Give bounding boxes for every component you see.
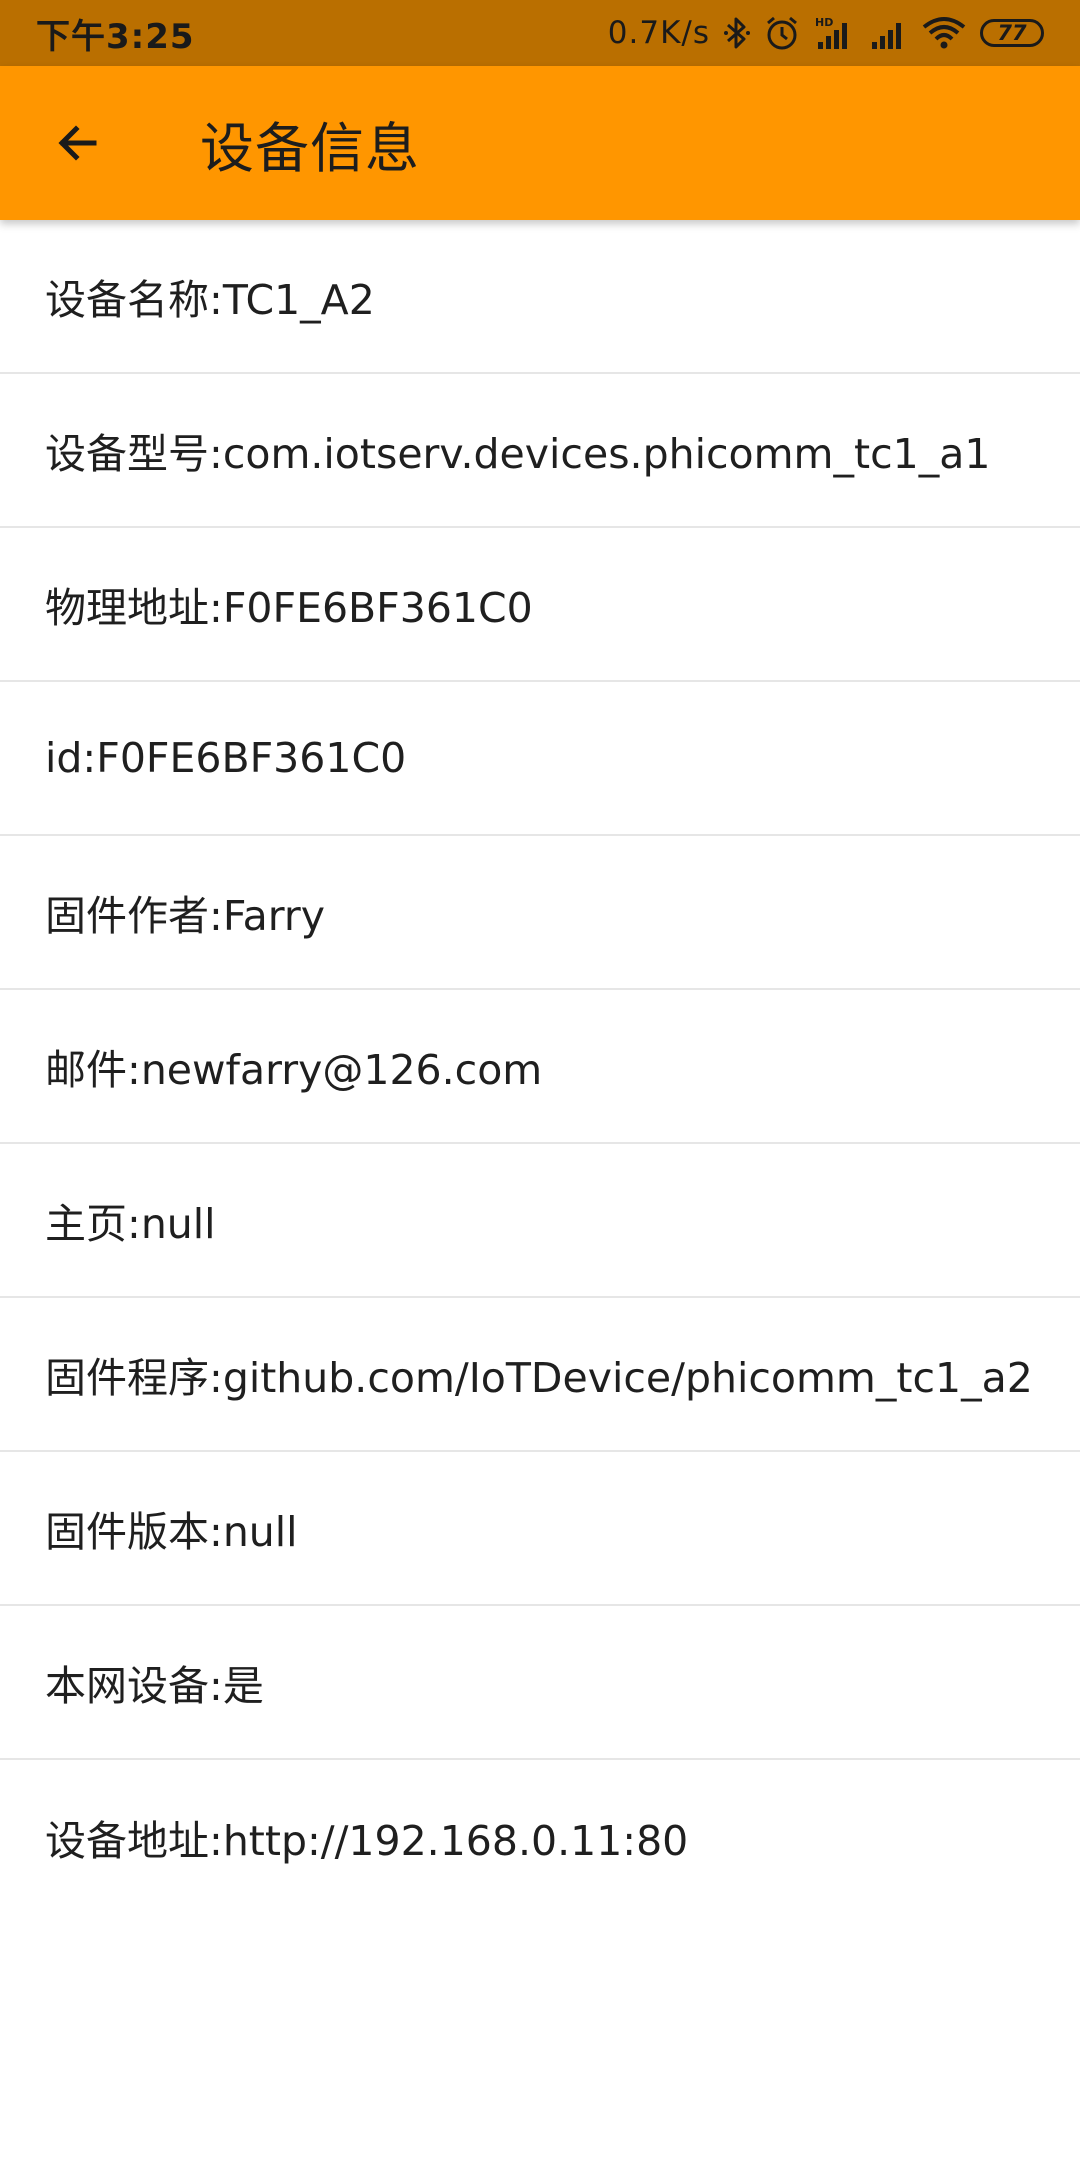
email-item[interactable]: 邮件:newfarry@126.com xyxy=(0,990,1080,1144)
hd-signal-icon: HD xyxy=(814,13,854,53)
device-address-item[interactable]: 设备地址:http://192.168.0.11:80 xyxy=(0,1760,1080,1914)
back-button[interactable] xyxy=(38,103,118,183)
device-name-item[interactable]: 设备名称:TC1_A2 xyxy=(0,220,1080,374)
alarm-icon xyxy=(764,13,800,53)
local-network-device-item[interactable]: 本网设备:是 xyxy=(0,1606,1080,1760)
device-info-list: 设备名称:TC1_A2 设备型号:com.iotserv.devices.phi… xyxy=(0,220,1080,1914)
firmware-author-item[interactable]: 固件作者:Farry xyxy=(0,836,1080,990)
status-bar: 下午3:25 0.7K/s HD 77 xyxy=(0,0,1080,66)
signal-icon xyxy=(868,13,908,53)
network-speed: 0.7K/s xyxy=(607,15,710,51)
app-bar: 设备信息 xyxy=(0,66,1080,220)
page-title: 设备信息 xyxy=(200,116,420,180)
device-id-item[interactable]: id:F0FE6BF361C0 xyxy=(0,682,1080,836)
wifi-icon xyxy=(922,13,966,53)
homepage-item[interactable]: 主页:null xyxy=(0,1144,1080,1298)
status-icons: 0.7K/s HD 77 xyxy=(608,13,1044,53)
svg-text:HD: HD xyxy=(815,16,833,29)
mac-address-item[interactable]: 物理地址:F0FE6BF361C0 xyxy=(0,528,1080,682)
firmware-version-item[interactable]: 固件版本:null xyxy=(0,1452,1080,1606)
bluetooth-icon xyxy=(724,13,750,53)
device-model-item[interactable]: 设备型号:com.iotserv.devices.phicomm_tc1_a1 xyxy=(0,374,1080,528)
status-time: 下午3:25 xyxy=(36,16,195,57)
battery-icon: 77 xyxy=(980,19,1044,47)
arrow-back-icon xyxy=(58,125,97,161)
firmware-program-item[interactable]: 固件程序:github.com/IoTDevice/phicomm_tc1_a2 xyxy=(0,1298,1080,1452)
